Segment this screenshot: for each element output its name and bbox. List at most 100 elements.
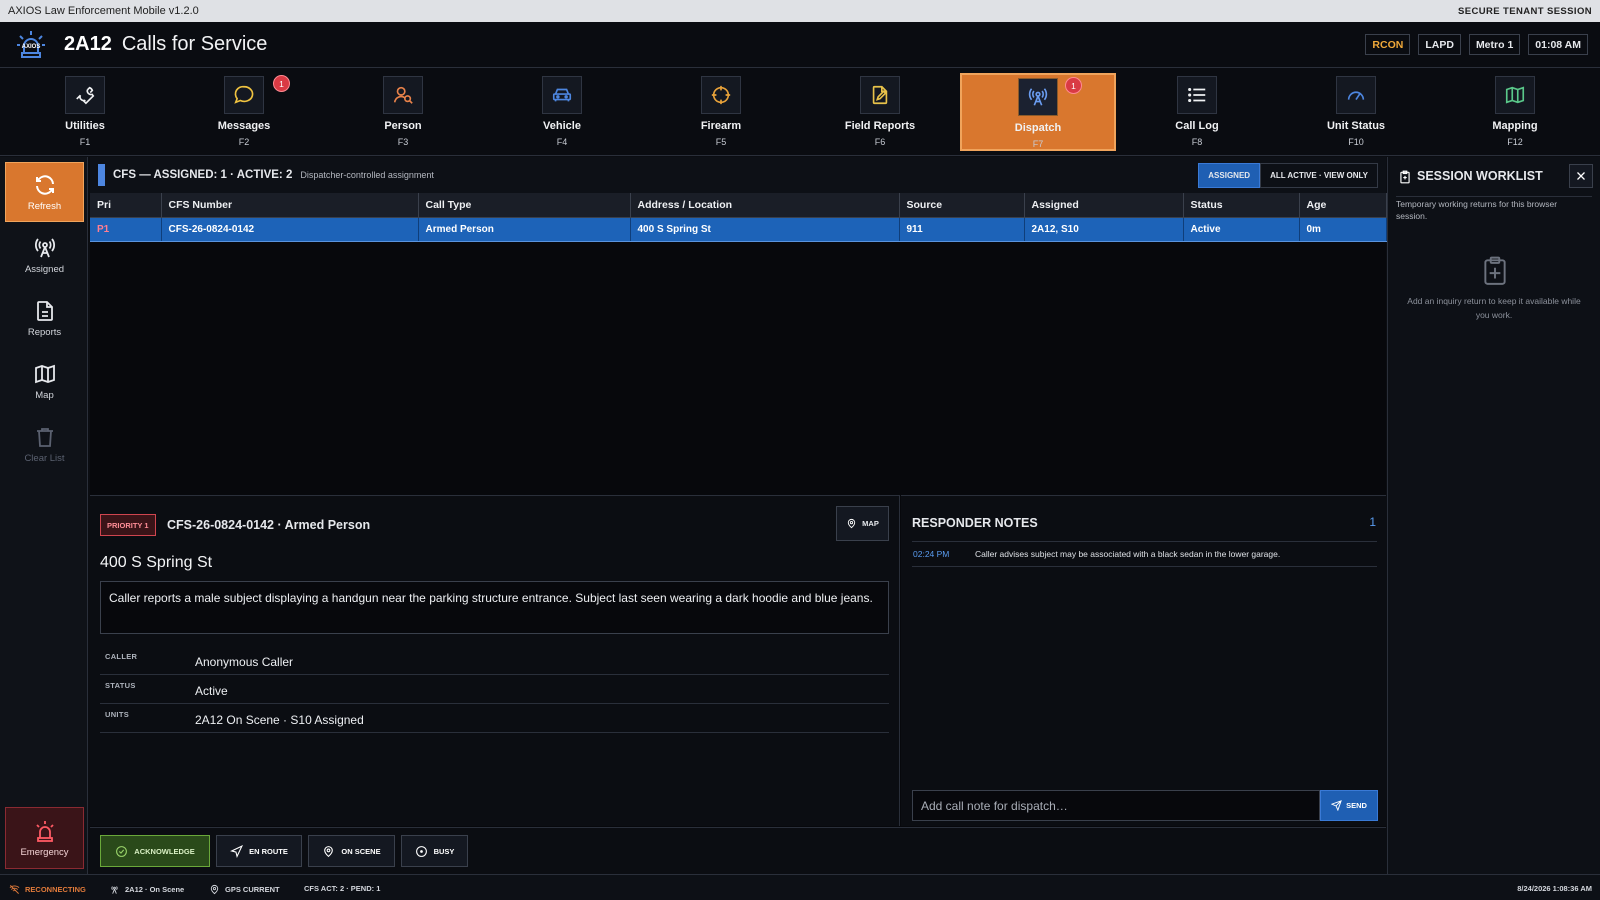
call-title: CFS-26-0824-0142 · Armed Person [167, 518, 371, 532]
en-route-button[interactable]: EN ROUTE [216, 835, 302, 867]
cell-cfs-number: CFS-26-0824-0142 [161, 216, 419, 242]
worklist-title: SESSION WORKLIST [1417, 169, 1543, 183]
module-nav: Utilities F1 Messages F2 1 Person F3 Veh… [0, 68, 1600, 156]
list-icon [1177, 76, 1217, 114]
module-label: Dispatch [1014, 122, 1062, 134]
connection-status: RECONNECTING [9, 884, 86, 895]
busy-button[interactable]: BUSY [401, 835, 468, 867]
radio-tower-icon [111, 886, 118, 894]
table-header-row: Pri CFS Number Call Type Address / Locat… [90, 193, 1387, 218]
filter-all-active[interactable]: ALL ACTIVE · VIEW ONLY [1260, 163, 1378, 188]
radio-tower-icon [1018, 78, 1058, 116]
gps-label: GPS CURRENT [225, 885, 280, 894]
clear-list-button[interactable]: Clear List [5, 414, 84, 474]
module-label: Unit Status [1326, 120, 1386, 132]
note-text: Caller advises subject may be associated… [975, 548, 1281, 559]
acknowledge-label: ACKNOWLEDGE [134, 846, 195, 856]
field-key: CALLER [105, 652, 138, 661]
note-time: 02:24 PM [913, 548, 950, 559]
cell-address: 400 S Spring St [630, 216, 900, 242]
unit-status-label: 2A12 · On Scene [125, 885, 185, 894]
map-pin-icon [210, 884, 219, 895]
detail-row-caller: CALLER Anonymous Caller [100, 646, 889, 675]
unit-id: 2A12 [64, 33, 112, 55]
trash-icon [36, 427, 53, 447]
unit-status: 2A12 · On Scene [109, 884, 184, 895]
report-edit-icon [860, 76, 900, 114]
module-field-reports[interactable]: Field Reports F6 [802, 73, 958, 151]
detail-row-units: UNITS 2A12 On Scene · S10 Assigned [100, 704, 889, 733]
cfs-panel: CFS — ASSIGNED: 1 · ACTIVE: 2 Dispatcher… [90, 157, 1387, 874]
clear-list-label: Clear List [24, 452, 65, 464]
notification-badge: 1 [1065, 77, 1082, 94]
column-header[interactable]: Age [1299, 193, 1387, 218]
module-key: F10 [1348, 137, 1364, 147]
column-header[interactable]: Call Type [418, 193, 631, 218]
module-label: Utilities [65, 120, 105, 132]
column-header[interactable]: Status [1183, 193, 1300, 218]
column-header[interactable]: Pri [90, 193, 162, 218]
send-note-button[interactable]: SEND [1320, 790, 1378, 821]
table-row[interactable]: P1 CFS-26-0824-0142 Armed Person 400 S S… [90, 216, 1387, 242]
column-header[interactable]: Source [899, 193, 1025, 218]
module-unit-status[interactable]: Unit Status F10 [1278, 73, 1434, 151]
note-input[interactable] [912, 790, 1320, 821]
module-mapping[interactable]: Mapping F12 [1437, 73, 1593, 151]
map-pin-icon [847, 518, 856, 529]
reports-button[interactable]: Reports [5, 288, 84, 348]
module-key: F6 [874, 137, 886, 147]
on-scene-button[interactable]: ON SCENE [308, 835, 395, 867]
module-utilities[interactable]: Utilities F1 [7, 73, 163, 151]
cfs-subtitle: Dispatcher-controlled assignment [300, 170, 434, 180]
close-worklist-button[interactable] [1569, 164, 1593, 188]
module-label: Vehicle [543, 120, 581, 132]
close-icon [1577, 172, 1585, 180]
map-label: Map [35, 389, 54, 401]
notification-badge: 1 [273, 75, 290, 92]
cell-age: 0m [1299, 216, 1387, 242]
module-firearm[interactable]: Firearm F5 [643, 73, 799, 151]
column-header[interactable]: Address / Location [630, 193, 900, 218]
module-key: F7 [1032, 139, 1044, 149]
detail-row-status: STATUS Active [100, 675, 889, 704]
map-button[interactable]: MAP [836, 506, 889, 541]
module-vehicle[interactable]: Vehicle F4 [484, 73, 640, 151]
car-icon [542, 76, 582, 114]
module-key: F2 [238, 137, 250, 147]
busy-label: BUSY [433, 846, 455, 856]
worklist-subtitle: Temporary working returns for this brows… [1396, 199, 1558, 221]
map-button[interactable]: Map [5, 351, 84, 411]
refresh-button[interactable]: Refresh [5, 162, 84, 222]
divider [1396, 196, 1592, 197]
acknowledge-button[interactable]: ACKNOWLEDGE [100, 835, 210, 867]
navigation-arrow-icon [230, 844, 244, 858]
session-worklist-panel: SESSION WORKLIST Temporary working retur… [1387, 157, 1600, 874]
app-header: AXIOS 2A12 Calls for Service RCON LAPD M… [0, 22, 1600, 68]
filter-assigned[interactable]: ASSIGNED [1198, 163, 1261, 188]
assigned-button[interactable]: Assigned [5, 225, 84, 285]
window-titlebar: AXIOS Law Enforcement Mobile v1.2.0 SECU… [0, 0, 1600, 22]
field-value: Active [195, 684, 228, 698]
session-label: SECURE TENANT SESSION [1457, 5, 1592, 17]
call-detail-pane: PRIORITY 1 CFS-26-0824-0142 · Armed Pers… [90, 495, 900, 826]
cfs-toolbar: CFS — ASSIGNED: 1 · ACTIVE: 2 Dispatcher… [90, 157, 1386, 193]
module-key: F4 [556, 137, 568, 147]
module-call-log[interactable]: Call Log F8 [1119, 73, 1275, 151]
module-dispatch[interactable]: Dispatch F7 1 [960, 73, 1116, 151]
siren-logo-icon: AXIOS [14, 28, 48, 62]
clipboard-add-icon [1484, 256, 1506, 285]
module-messages[interactable]: Messages F2 1 [166, 73, 322, 151]
busy-circle-icon [415, 845, 427, 857]
module-person[interactable]: Person F3 [325, 73, 481, 151]
column-header[interactable]: Assigned [1024, 193, 1184, 218]
clock-badge: 01:08 AM [1528, 34, 1588, 55]
column-header[interactable]: CFS Number [161, 193, 419, 218]
module-label: Mapping [1492, 120, 1538, 132]
emergency-label: Emergency [20, 846, 69, 858]
rcon-badge[interactable]: RCON [1365, 34, 1411, 55]
cell-call-type: Armed Person [418, 216, 631, 242]
emergency-button[interactable]: Emergency [5, 807, 84, 869]
module-key: F1 [79, 137, 91, 147]
cell-assigned: 2A12, S10 [1024, 216, 1184, 242]
module-label: Person [384, 120, 422, 132]
